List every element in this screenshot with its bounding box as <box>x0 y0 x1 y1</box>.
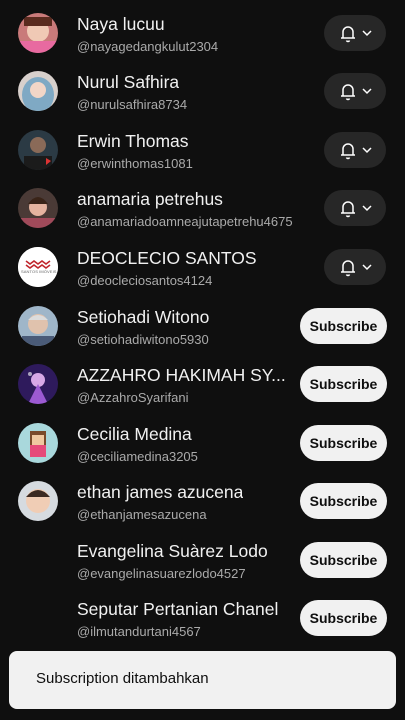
channel-row[interactable]: Erwin Thomas @erwinthomas1081 <box>0 122 405 180</box>
channel-row[interactable]: SANTOS IMÓVEIS DEOCLECIO SANTOS @deoclec… <box>0 239 405 297</box>
channel-name[interactable]: Seputar Pertanian Chanel <box>77 599 278 620</box>
channel-row[interactable]: ethan james azucena @ethanjamesazucena S… <box>0 473 405 531</box>
channel-row[interactable]: AZZAHRO HAKIMAH SY... @AzzahroSyarifani … <box>0 356 405 414</box>
avatar[interactable] <box>18 13 58 53</box>
notification-settings-button[interactable] <box>324 249 386 285</box>
bell-chevron-icon <box>341 84 372 101</box>
channel-handle: @setiohadiwitono5930 <box>77 332 209 347</box>
channel-handle: @ilmutandurtani4567 <box>77 624 201 639</box>
channel-row[interactable]: Cecilia Medina @ceciliamedina3205 Subscr… <box>0 415 405 473</box>
channel-name[interactable]: Setiohadi Witono <box>77 307 209 328</box>
channel-row[interactable]: Evangelina Suàrez Lodo @evangelinasuarez… <box>0 532 405 590</box>
channel-handle: @ethanjamesazucena <box>77 507 207 522</box>
bell-chevron-icon <box>341 201 372 218</box>
avatar[interactable] <box>18 364 58 404</box>
bell-chevron-icon <box>341 260 372 277</box>
notification-settings-button[interactable] <box>324 190 386 226</box>
channel-name[interactable]: AZZAHRO HAKIMAH SY... <box>77 365 286 386</box>
subscribe-button[interactable]: Subscribe <box>300 600 387 636</box>
avatar[interactable]: SANTOS IMÓVEIS <box>18 247 58 287</box>
avatar[interactable] <box>18 71 58 111</box>
channel-row[interactable]: Seputar Pertanian Chanel @ilmutandurtani… <box>0 590 405 648</box>
subscribe-button[interactable]: Subscribe <box>300 366 387 402</box>
channel-name[interactable]: Erwin Thomas <box>77 131 189 152</box>
channel-handle: @deocleciosantos4124 <box>77 273 213 288</box>
notification-settings-button[interactable] <box>324 132 386 168</box>
channel-handle: @ceciliamedina3205 <box>77 449 198 464</box>
avatar[interactable] <box>18 540 58 580</box>
channel-row[interactable]: anamaria petrehus @anamariadoamneajutape… <box>0 180 405 238</box>
channel-name[interactable]: Evangelina Suàrez Lodo <box>77 541 268 562</box>
snackbar-toast: Subscription ditambahkan <box>9 651 396 709</box>
channel-handle: @AzzahroSyarifani <box>77 390 189 405</box>
toast-message: Subscription ditambahkan <box>36 670 209 687</box>
channel-row[interactable]: Nurul Safhira @nurulsafhira8734 <box>0 63 405 121</box>
subscribe-button[interactable]: Subscribe <box>300 483 387 519</box>
channel-handle: @anamariadoamneajutapetrehu4675 <box>77 214 293 229</box>
notification-settings-button[interactable] <box>324 15 386 51</box>
channel-name[interactable]: DEOCLECIO SANTOS <box>77 248 257 269</box>
bell-chevron-icon <box>341 143 372 160</box>
channel-name[interactable]: anamaria petrehus <box>77 189 223 210</box>
subscribe-button[interactable]: Subscribe <box>300 425 387 461</box>
channel-row[interactable]: Naya lucuu @nayagedangkulut2304 <box>0 5 405 63</box>
avatar[interactable] <box>18 423 58 463</box>
channel-name[interactable]: Naya lucuu <box>77 14 165 35</box>
avatar[interactable] <box>18 188 58 228</box>
channel-handle: @nurulsafhira8734 <box>77 97 188 112</box>
notification-settings-button[interactable] <box>324 73 386 109</box>
subscribe-button[interactable]: Subscribe <box>300 542 387 578</box>
subscribe-button[interactable]: Subscribe <box>300 308 387 344</box>
avatar[interactable] <box>18 598 58 638</box>
channel-handle: @nayagedangkulut2304 <box>77 39 219 54</box>
avatar[interactable] <box>18 130 58 170</box>
avatar[interactable] <box>18 481 58 521</box>
avatar[interactable] <box>18 306 58 346</box>
channel-handle: @evangelinasuarezlodo4527 <box>77 566 246 581</box>
bell-chevron-icon <box>341 26 372 43</box>
channel-name[interactable]: Nurul Safhira <box>77 72 179 93</box>
channel-row[interactable]: Setiohadi Witono @setiohadiwitono5930 Su… <box>0 298 405 356</box>
channel-name[interactable]: ethan james azucena <box>77 482 243 503</box>
channel-handle: @erwinthomas1081 <box>77 156 193 171</box>
logo-text: SANTOS IMÓVEIS <box>21 269 57 274</box>
channel-name[interactable]: Cecilia Medina <box>77 424 192 445</box>
